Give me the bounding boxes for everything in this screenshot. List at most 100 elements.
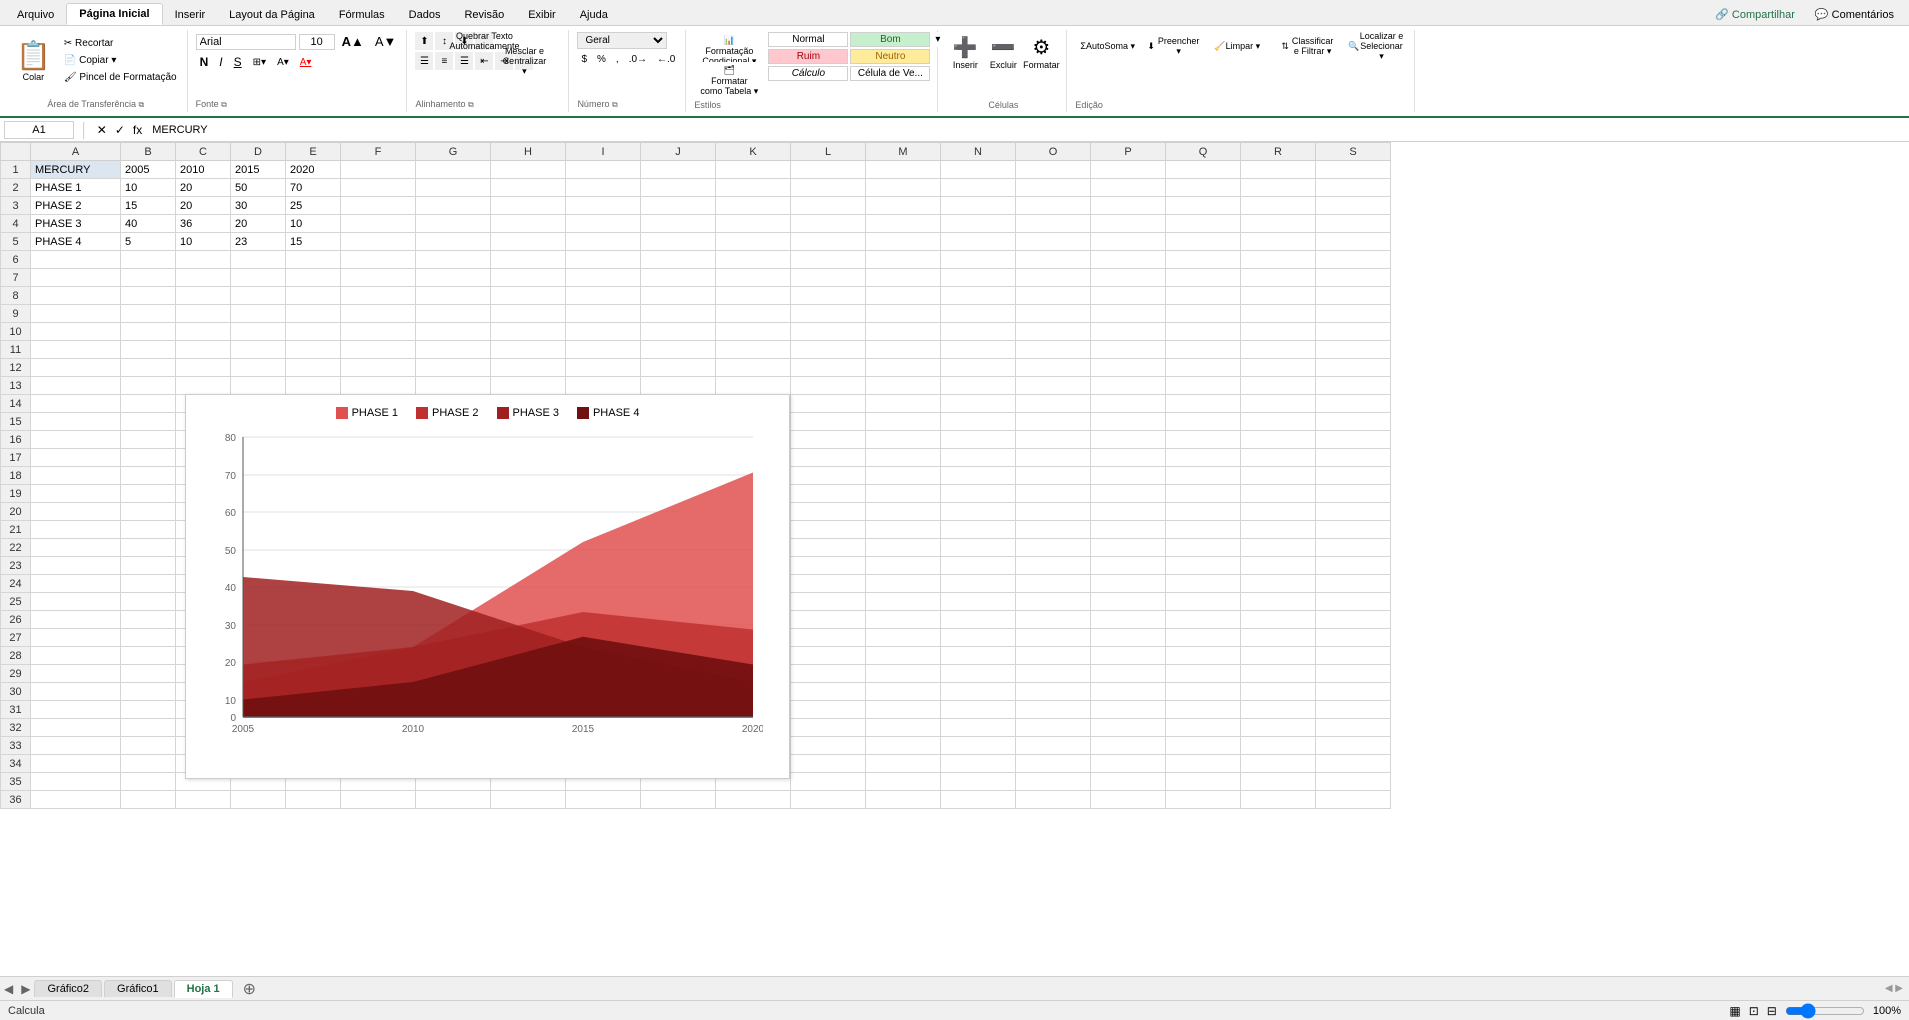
cell-Q36[interactable]: [1166, 791, 1241, 809]
cell-I5[interactable]: [566, 233, 641, 251]
decrease-decimal-button[interactable]: ←.0: [653, 52, 679, 67]
cell-L14[interactable]: [791, 395, 866, 413]
cell-I36[interactable]: [566, 791, 641, 809]
cell-R33[interactable]: [1241, 737, 1316, 755]
cell-S3[interactable]: [1316, 197, 1391, 215]
cell-L15[interactable]: [791, 413, 866, 431]
cell-P17[interactable]: [1091, 449, 1166, 467]
cell-D6[interactable]: [231, 251, 286, 269]
cell-L5[interactable]: [791, 233, 866, 251]
cell-N23[interactable]: [941, 557, 1016, 575]
cell-E11[interactable]: [286, 341, 341, 359]
cell-L8[interactable]: [791, 287, 866, 305]
cell-O19[interactable]: [1016, 485, 1091, 503]
cell-N18[interactable]: [941, 467, 1016, 485]
cell-O35[interactable]: [1016, 773, 1091, 791]
cell-S2[interactable]: [1316, 179, 1391, 197]
cell-S14[interactable]: [1316, 395, 1391, 413]
cell-L36[interactable]: [791, 791, 866, 809]
cell-P32[interactable]: [1091, 719, 1166, 737]
cell-C8[interactable]: [176, 287, 231, 305]
cell-B4[interactable]: 40: [121, 215, 176, 233]
cell-R28[interactable]: [1241, 647, 1316, 665]
cell-N5[interactable]: [941, 233, 1016, 251]
cell-M24[interactable]: [866, 575, 941, 593]
cell-M30[interactable]: [866, 683, 941, 701]
cell-R30[interactable]: [1241, 683, 1316, 701]
cell-A29[interactable]: [31, 665, 121, 683]
currency-button[interactable]: $: [577, 52, 591, 67]
cell-K1[interactable]: [716, 161, 791, 179]
cell-J2[interactable]: [641, 179, 716, 197]
cell-A32[interactable]: [31, 719, 121, 737]
tab-layout[interactable]: Layout da Página: [217, 5, 327, 25]
cell-K4[interactable]: [716, 215, 791, 233]
cell-H7[interactable]: [491, 269, 566, 287]
cell-F7[interactable]: [341, 269, 416, 287]
cell-P11[interactable]: [1091, 341, 1166, 359]
cell-R17[interactable]: [1241, 449, 1316, 467]
row-header-4[interactable]: 4: [1, 215, 31, 233]
col-O[interactable]: O: [1016, 143, 1091, 161]
cell-Q34[interactable]: [1166, 755, 1241, 773]
cell-R35[interactable]: [1241, 773, 1316, 791]
cell-L34[interactable]: [791, 755, 866, 773]
cell-P35[interactable]: [1091, 773, 1166, 791]
cell-A20[interactable]: [31, 503, 121, 521]
cell-M2[interactable]: [866, 179, 941, 197]
cell-D10[interactable]: [231, 323, 286, 341]
col-M[interactable]: M: [866, 143, 941, 161]
cell-P5[interactable]: [1091, 233, 1166, 251]
cell-R1[interactable]: [1241, 161, 1316, 179]
row-header-6[interactable]: 6: [1, 251, 31, 269]
cell-D7[interactable]: [231, 269, 286, 287]
sheet-tab-grafico2[interactable]: Gráfico2: [34, 980, 102, 997]
cell-I1[interactable]: [566, 161, 641, 179]
cell-Q8[interactable]: [1166, 287, 1241, 305]
cell-O10[interactable]: [1016, 323, 1091, 341]
cell-B13[interactable]: [121, 377, 176, 395]
cell-P10[interactable]: [1091, 323, 1166, 341]
cell-E4[interactable]: 10: [286, 215, 341, 233]
row-header-34[interactable]: 34: [1, 755, 31, 773]
cell-B12[interactable]: [121, 359, 176, 377]
row-header-31[interactable]: 31: [1, 701, 31, 719]
cell-G11[interactable]: [416, 341, 491, 359]
row-header-16[interactable]: 16: [1, 431, 31, 449]
cell-L1[interactable]: [791, 161, 866, 179]
col-Q[interactable]: Q: [1166, 143, 1241, 161]
cell-S8[interactable]: [1316, 287, 1391, 305]
cell-P3[interactable]: [1091, 197, 1166, 215]
font-name-input[interactable]: [196, 34, 296, 50]
cell-A30[interactable]: [31, 683, 121, 701]
cell-S25[interactable]: [1316, 593, 1391, 611]
align-top-button[interactable]: ⬆: [415, 32, 433, 50]
percent-button[interactable]: %: [593, 52, 610, 67]
cell-M15[interactable]: [866, 413, 941, 431]
cell-O16[interactable]: [1016, 431, 1091, 449]
format-painter-button[interactable]: 🖌 Pincel de Formatação: [60, 70, 181, 85]
cell-R8[interactable]: [1241, 287, 1316, 305]
cell-A8[interactable]: [31, 287, 121, 305]
cell-M31[interactable]: [866, 701, 941, 719]
cell-M33[interactable]: [866, 737, 941, 755]
cell-A25[interactable]: [31, 593, 121, 611]
insert-button[interactable]: ➕ Inserir: [948, 32, 982, 90]
cell-M5[interactable]: [866, 233, 941, 251]
row-header-19[interactable]: 19: [1, 485, 31, 503]
cell-N7[interactable]: [941, 269, 1016, 287]
cell-D9[interactable]: [231, 305, 286, 323]
row-header-7[interactable]: 7: [1, 269, 31, 287]
cell-B31[interactable]: [121, 701, 176, 719]
cell-C11[interactable]: [176, 341, 231, 359]
cell-S27[interactable]: [1316, 629, 1391, 647]
cell-S9[interactable]: [1316, 305, 1391, 323]
cell-J6[interactable]: [641, 251, 716, 269]
cell-C5[interactable]: 10: [176, 233, 231, 251]
cell-O27[interactable]: [1016, 629, 1091, 647]
cell-I7[interactable]: [566, 269, 641, 287]
cell-J13[interactable]: [641, 377, 716, 395]
cell-D4[interactable]: 20: [231, 215, 286, 233]
cell-O20[interactable]: [1016, 503, 1091, 521]
cell-E36[interactable]: [286, 791, 341, 809]
